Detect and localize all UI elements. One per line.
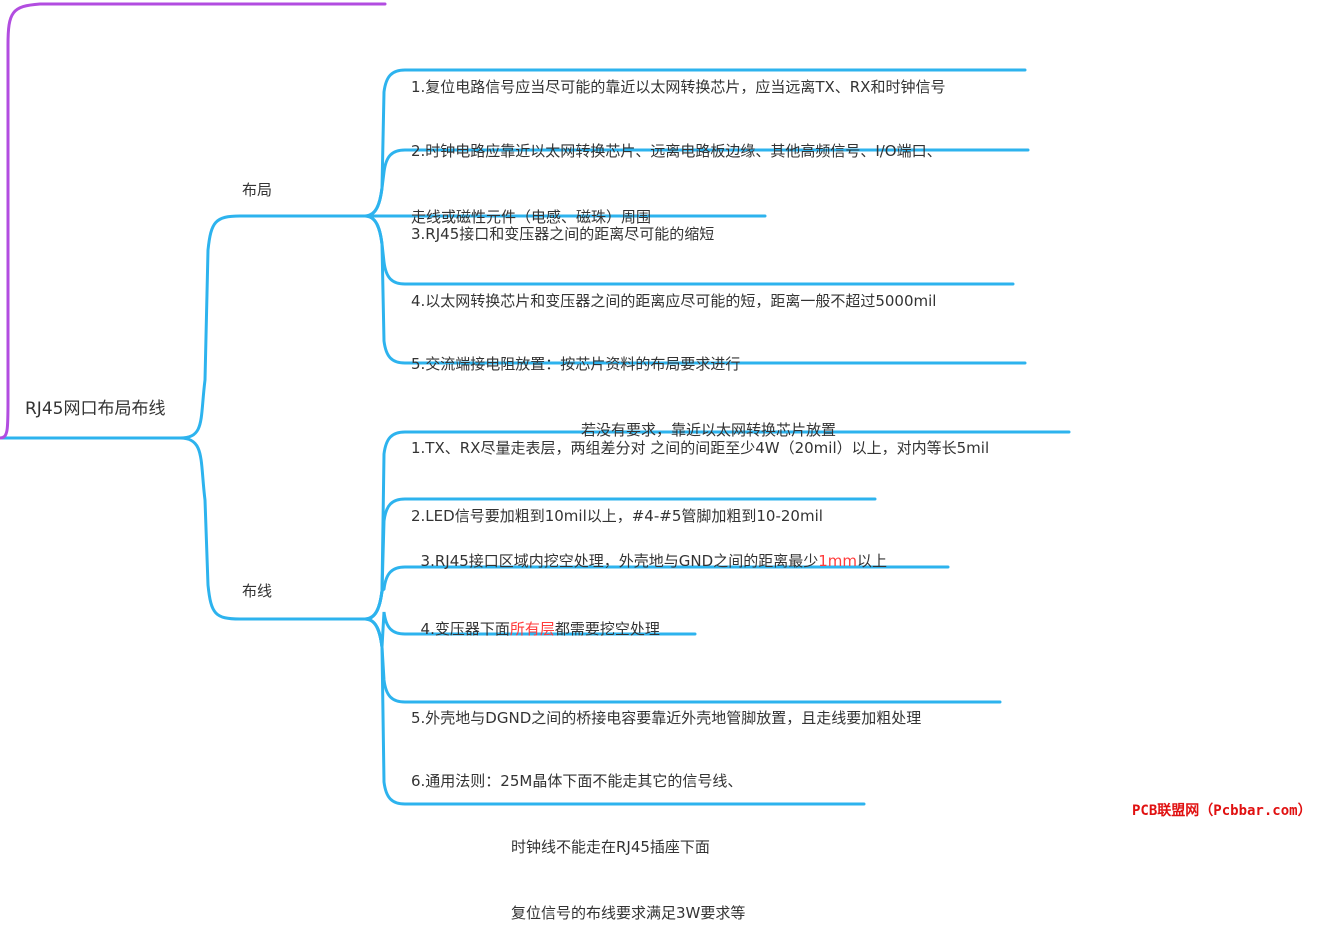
top-branch-line xyxy=(0,2,387,440)
branch-layout[interactable]: 布局 xyxy=(242,179,272,201)
layout-item-3-line: 3.RJ45接口和变压器之间的距离尽可能的缩短 xyxy=(411,225,715,243)
routing-item-6-line-1: 6.通用法则：25M晶体下面不能走其它的信号线、 xyxy=(411,772,743,790)
layout-item-1-line: 1.复位电路信号应当尽可能的靠近以太网转换芯片，应当远离TX、RX和时钟信号 xyxy=(411,78,946,96)
routing-item-4-highlight: 所有层 xyxy=(509,620,555,638)
root-node[interactable]: RJ45网口布局布线 xyxy=(25,398,165,420)
routing-item-3-text-b: 以上 xyxy=(856,552,887,570)
routing-item-1-line: 1.TX、RX尽量走表层，两组差分对 之间的间距至少4W（20mil）以上，对内… xyxy=(411,439,990,457)
routing-item-3-highlight: 1mm xyxy=(818,552,857,570)
routing-item-4-text-a: 4.变压器下面 xyxy=(420,620,510,638)
watermark: PCB联盟网（Pcbbar.com） xyxy=(1132,803,1312,819)
routing-item-3-text-a: 3.RJ45接口区域内挖空处理，外壳地与GND之间的距离最少 xyxy=(420,552,819,570)
routing-item-3[interactable]: 3.RJ45接口区域内挖空处理，外壳地与GND之间的距离最少1mm以上 xyxy=(411,528,887,572)
routing-item-6-line-2: 时钟线不能走在RJ45插座下面 xyxy=(511,838,710,856)
branch-routing[interactable]: 布线 xyxy=(242,580,272,602)
routing-item-2-line: 2.LED信号要加粗到10mil以上，#4-#5管脚加粗到10-20mil xyxy=(411,507,823,525)
layout-item-2-line-1: 2.时钟电路应靠近以太网转换芯片、远离电路板边缘、其他高频信号、I/O端口、 xyxy=(411,142,942,160)
routing-item-6[interactable]: 6.通用法则：25M晶体下面不能走其它的信号线、 时钟线不能走在RJ45插座下面… xyxy=(411,726,745,946)
branch-layout-line xyxy=(178,214,367,440)
routing-item-6-line-3: 复位信号的布线要求满足3W要求等 xyxy=(511,904,746,922)
branch-routing-line xyxy=(178,436,367,621)
routing-item-4[interactable]: 4.变压器下面所有层都需要挖空处理 xyxy=(411,596,660,640)
layout-item-5-line-1: 5.交流端接电阻放置：按芯片资料的布局要求进行 xyxy=(411,355,741,373)
routing-item-4-text-b: 都需要挖空处理 xyxy=(554,620,660,638)
